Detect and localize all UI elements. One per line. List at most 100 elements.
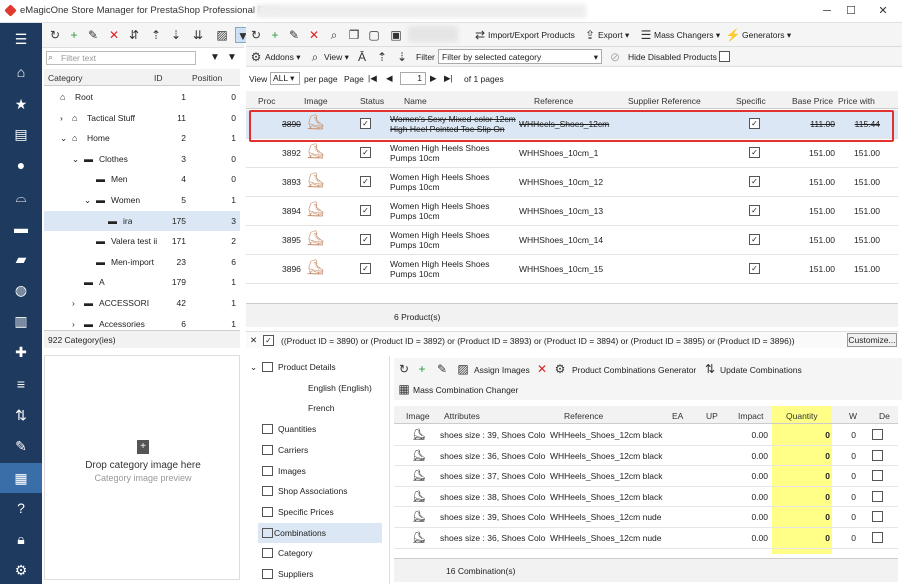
details-menu-item[interactable]: Quantities: [262, 419, 382, 439]
col-ea[interactable]: EA: [672, 411, 683, 421]
table-row[interactable]: 3894 ⛸ ✓ Women High Heels Shoes Pumps 10cm W…: [246, 197, 898, 226]
addons-button[interactable]: Addons ▾: [265, 52, 300, 63]
col-up[interactable]: UP: [706, 411, 718, 421]
delete-icon[interactable]: ✕: [306, 27, 322, 43]
sort-up-icon[interactable]: ⇡: [148, 27, 164, 43]
tree-item-11[interactable]: › ▬ Accessories 6 1: [44, 314, 240, 328]
col-supplier-reference[interactable]: Supplier Reference: [628, 96, 701, 106]
close-window-button[interactable]: ✕: [868, 2, 898, 20]
delete-icon[interactable]: ✕: [106, 27, 122, 43]
add-icon[interactable]: +: [267, 27, 283, 43]
tree-item-9[interactable]: ▬ A 179 1: [44, 272, 240, 292]
details-menu-item[interactable]: French: [262, 398, 382, 418]
assign-images-button[interactable]: Assign Images: [474, 365, 530, 375]
specific-checkbox[interactable]: ✓: [749, 234, 760, 245]
next-page-icon[interactable]: ▶: [430, 73, 437, 84]
sync-icon[interactable]: ⇅: [8, 404, 34, 426]
funnel-icon[interactable]: ▼: [210, 52, 220, 63]
status-checkbox[interactable]: ✓: [360, 234, 371, 245]
move-icon[interactable]: ⇵: [126, 27, 142, 43]
table-row[interactable]: ⛸ shoes size : 36, Shoes Color : WHHeels_S…: [394, 528, 898, 549]
expand-icon[interactable]: ⇊: [190, 27, 206, 43]
status-checkbox[interactable]: ✓: [360, 118, 371, 129]
import-export-button[interactable]: Import/Export Products: [488, 30, 575, 40]
generators-button[interactable]: Generators ▾: [742, 30, 791, 41]
details-menu-item[interactable]: Category: [262, 543, 382, 563]
col-comb-image[interactable]: Image: [406, 411, 430, 421]
table-row[interactable]: 3893 ⛸ ✓ Women High Heels Shoes Pumps 10cm W…: [246, 168, 898, 197]
expand-arrow-icon[interactable]: ⌄: [60, 128, 67, 148]
category-image-dropzone[interactable]: + Drop category image here Category imag…: [44, 355, 240, 580]
status-checkbox[interactable]: ✓: [360, 263, 371, 274]
clear-filter-icon[interactable]: ✕: [250, 335, 257, 346]
store-icon[interactable]: ⌂: [8, 61, 34, 83]
details-menu-item[interactable]: Specific Prices: [262, 502, 382, 522]
filter-enabled-checkbox[interactable]: ✓: [263, 335, 274, 346]
details-menu-item[interactable]: Shop Associations: [262, 481, 382, 501]
table-row[interactable]: ⛸ shoes size : 39, Shoes Color : WHHeels_S…: [394, 507, 898, 528]
status-checkbox[interactable]: ✓: [360, 147, 371, 158]
table-row[interactable]: ⛸ shoes size : 39, Shoes Color : WHHeels_S…: [394, 425, 898, 446]
col-status[interactable]: Status: [360, 96, 384, 106]
preview-icon[interactable]: ▣: [388, 27, 404, 43]
col-id[interactable]: ID: [154, 73, 163, 83]
col-quantity[interactable]: Quantity: [772, 406, 832, 423]
tree-item-8[interactable]: ▬ Men-import 23 6: [44, 252, 240, 272]
details-menu-item[interactable]: Suppliers: [262, 564, 382, 584]
prev-page-icon[interactable]: ◀: [386, 73, 393, 84]
messages-icon[interactable]: ▬: [8, 217, 34, 239]
filter-clear-icon[interactable]: ⊘: [607, 49, 623, 65]
copy-icon[interactable]: ❐: [346, 27, 362, 43]
tree-item-1[interactable]: › ⌂ Tactical Stuff 11 0: [44, 108, 240, 128]
page-input[interactable]: 1: [400, 72, 426, 85]
default-checkbox[interactable]: [872, 490, 883, 502]
clear-filter-icon[interactable]: ▼: [227, 52, 237, 63]
last-page-icon[interactable]: ▶|: [444, 73, 453, 84]
basket-icon[interactable]: ⌓: [8, 186, 34, 208]
col-reference[interactable]: Reference: [534, 96, 573, 106]
customize-button[interactable]: Customize...: [847, 333, 897, 347]
puzzle-icon[interactable]: ✚: [8, 341, 34, 363]
font-icon[interactable]: Ā: [354, 49, 370, 65]
tree-item-2[interactable]: ⌄ ⌂ Home 2 1: [44, 128, 240, 148]
col-position[interactable]: Position: [192, 73, 222, 83]
tree-item-3[interactable]: ⌄ ▬ Clothes 3 0: [44, 149, 240, 169]
table-row[interactable]: ⛸ shoes size : 38, Shoes Color : WHHeels_S…: [394, 487, 898, 508]
details-menu-item[interactable]: Carriers: [262, 440, 382, 460]
specific-checkbox[interactable]: ✓: [749, 205, 760, 216]
edit-icon[interactable]: ✎: [286, 27, 302, 43]
help-icon[interactable]: ?: [8, 497, 34, 519]
table-row[interactable]: 3892 ⛸ ✓ Women High Heels Shoes Pumps 10cm W…: [246, 139, 898, 168]
lock-icon[interactable]: 🔒︎: [8, 528, 34, 550]
star-icon[interactable]: ★: [8, 93, 34, 115]
inbox-icon[interactable]: ▤: [8, 123, 34, 145]
col-de[interactable]: De: [879, 411, 890, 421]
customer-icon[interactable]: ●: [8, 154, 34, 176]
update-combinations-button[interactable]: Update Combinations: [720, 365, 802, 375]
search-icon[interactable]: ⌕: [326, 27, 342, 43]
col-comb-reference[interactable]: Reference: [564, 411, 603, 421]
default-checkbox[interactable]: [872, 511, 883, 523]
image-icon[interactable]: ▨: [214, 27, 230, 43]
tree-item-7[interactable]: ▬ Valera test ii 171 2: [44, 231, 240, 251]
generator-button[interactable]: Product Combinations Generator: [572, 365, 696, 375]
expand-arrow-icon[interactable]: ›: [72, 314, 75, 328]
col-category[interactable]: Category: [48, 73, 83, 83]
tree-item-10[interactable]: › ▬ ACCESSORI 42 1: [44, 293, 240, 313]
edit-icon[interactable]: ✎: [434, 361, 450, 377]
mass-combination-changer-button[interactable]: Mass Combination Changer: [413, 385, 518, 395]
tree-item-4[interactable]: ▬ Men 4 0: [44, 169, 240, 189]
sort-up-icon[interactable]: ⇡: [374, 49, 390, 65]
table-row[interactable]: 3890 ⛸ ✓ Women's Sexy Mixed-color 12cm High…: [246, 110, 898, 139]
settings-icon[interactable]: ⚙: [8, 559, 34, 581]
hide-disabled-checkbox[interactable]: [719, 51, 730, 62]
maximize-button[interactable]: ☐: [836, 2, 866, 20]
per-page-select[interactable]: ALL ▾: [270, 72, 300, 85]
col-name[interactable]: Name: [404, 96, 427, 106]
export-button[interactable]: Export ▾: [598, 30, 629, 41]
refresh-icon[interactable]: ↻: [47, 27, 63, 43]
add-icon[interactable]: +: [66, 27, 82, 43]
default-checkbox[interactable]: [872, 470, 883, 482]
add-icon[interactable]: +: [414, 361, 430, 377]
duplicate-icon[interactable]: ▢: [366, 27, 382, 43]
